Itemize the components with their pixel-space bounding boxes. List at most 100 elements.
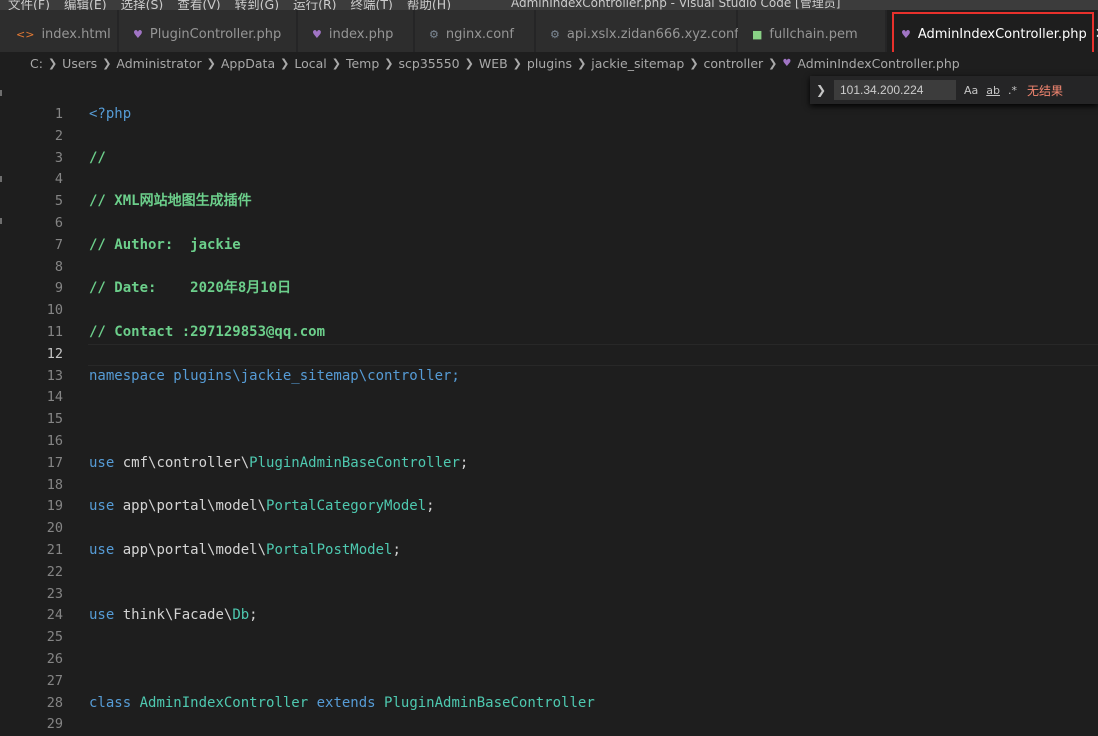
chevron-right-icon: ❯	[47, 56, 58, 70]
tab-label: fullchain.pem	[769, 26, 858, 42]
line-number: 9	[54, 280, 63, 297]
line-number: 13	[46, 367, 63, 384]
line-number: 15	[46, 411, 63, 428]
gear-icon: ⚙	[429, 27, 439, 41]
menu-items: 文件(F) 编辑(E) 选择(S) 查看(V) 转到(G) 运行(R) 终端(T) 帮助(H)	[0, 0, 457, 10]
find-widget: ❯ Aa ab .* 无结果	[810, 76, 1098, 104]
code-line: 14	[0, 387, 1098, 409]
breadcrumb-item[interactable]: AdminIndexController.php	[797, 56, 959, 71]
line-number: 7	[54, 236, 63, 253]
breadcrumb-item[interactable]: WEB	[479, 56, 508, 71]
code-text: use think\Facade\Db;	[89, 605, 258, 627]
code-text: <?php	[89, 104, 131, 126]
php-icon: ♥	[312, 27, 322, 41]
code-line: 9 // Date: 2020年8月10日	[0, 278, 1098, 300]
menu-item[interactable]: 运行(R)	[293, 0, 336, 10]
regex-toggle[interactable]: .*	[1008, 84, 1017, 97]
code-line: 17 use cmf\controller\PluginAdminBaseCont…	[0, 453, 1098, 475]
gutter-mark	[0, 90, 2, 96]
breadcrumb-item[interactable]: Administrator	[116, 56, 201, 71]
breadcrumb-item[interactable]: C:	[30, 56, 43, 71]
line-number: 11	[46, 323, 63, 340]
code-token: app\portal\model\	[114, 541, 267, 558]
tab-label: PluginController.php	[149, 26, 282, 42]
chevron-right-icon: ❯	[577, 56, 587, 70]
code-token: PortalPostModel	[266, 541, 393, 558]
tab-fullchain-pem[interactable]: ■ fullchain.pem	[738, 10, 886, 58]
tab-api-xslx-zidan666-xyz-conf[interactable]: ⚙ api.xslx.zidan666.xyz.conf	[536, 10, 739, 58]
match-case-toggle[interactable]: Aa	[964, 84, 978, 97]
line-number: 2	[54, 127, 63, 144]
find-input[interactable]	[834, 80, 956, 100]
code-token: use	[89, 607, 115, 624]
line-number: 18	[46, 476, 63, 493]
menu-item[interactable]: 查看(V)	[177, 0, 220, 10]
chevron-right-icon: ❯	[280, 56, 290, 70]
line-number: 14	[46, 389, 63, 406]
code-text: // Contact :297129853@qq.com	[89, 322, 325, 344]
code-line: 26	[0, 649, 1098, 671]
menu-bar: 文件(F) 编辑(E) 选择(S) 查看(V) 转到(G) 运行(R) 终端(T) 帮助(H)…	[0, 0, 1098, 10]
code-token: namespace plugins\jackie_sitemap\control…	[89, 367, 460, 384]
code-token: think\Facade\	[114, 607, 233, 624]
menu-item[interactable]: 编辑(E)	[64, 0, 107, 10]
find-no-results: 无结果	[1027, 83, 1064, 98]
whole-word-toggle[interactable]: ab	[986, 84, 1000, 97]
line-number: 4	[54, 171, 63, 188]
menu-item[interactable]: 终端(T)	[351, 0, 393, 10]
code-line: 10	[0, 300, 1098, 322]
breadcrumb-item[interactable]: Users	[62, 56, 97, 71]
code-token: use	[89, 454, 115, 471]
breadcrumb: C: ❯ Users ❯ Administrator ❯ AppData ❯ Local ❯ Tem…	[0, 52, 1098, 74]
line-number: 17	[46, 454, 63, 471]
php-icon: ♥	[901, 27, 911, 41]
code-text: // XML网站地图生成插件	[89, 191, 252, 213]
chevron-right-icon[interactable]: ❯	[810, 83, 832, 97]
line-number: 29	[46, 716, 63, 733]
menu-item[interactable]: 帮助(H)	[407, 0, 451, 10]
breadcrumb-item[interactable]: scp35550	[399, 56, 460, 71]
tab-adminindexcontroller-php[interactable]: ♥AdminIndexController.php✕	[887, 10, 1098, 58]
code-line: 21 use app\portal\model\PortalPostModel;	[0, 540, 1098, 562]
tab-index-php[interactable]: ♥ index.php	[298, 10, 414, 58]
code-text: use app\portal\model\PortalPostModel;	[89, 540, 401, 562]
gear-icon: ⚙	[550, 27, 560, 41]
menu-item[interactable]: 选择(S)	[121, 0, 164, 10]
code-line: 7 // Author: jackie	[0, 235, 1098, 257]
code-token: // XML网站地图生成插件	[89, 193, 252, 210]
breadcrumb-item[interactable]: AppData	[221, 56, 275, 71]
tab-plugincontroller-php[interactable]: ♥ PluginController.php	[119, 10, 297, 58]
code-editor[interactable]: 1 <?php 2 3//4 5// XML网站地图生成插件 6 7// Author: j…	[0, 104, 1098, 732]
code-line: 23	[0, 584, 1098, 606]
chevron-right-icon: ❯	[768, 56, 778, 70]
breadcrumb-item[interactable]: Local	[294, 56, 326, 71]
code-text: // Date: 2020年8月10日	[89, 278, 291, 300]
code-line: 15	[0, 409, 1098, 431]
breadcrumb-item[interactable]: Temp	[346, 56, 379, 71]
menu-item[interactable]: 转到(G)	[235, 0, 279, 10]
tab-index-html[interactable]: <> index.html	[0, 10, 118, 58]
tab-nginx-conf[interactable]: ⚙ nginx.conf	[415, 10, 535, 58]
code-line: 20	[0, 518, 1098, 540]
breadcrumb-item[interactable]: plugins	[527, 56, 572, 71]
code-line: 16	[0, 431, 1098, 453]
breadcrumb-item[interactable]: controller	[704, 56, 764, 71]
code-text: use cmf\controller\PluginAdminBaseContro…	[89, 453, 468, 475]
line-number: 27	[46, 672, 63, 689]
code-line: 11 // Contact :297129853@qq.com	[0, 322, 1098, 344]
code-token: use	[89, 498, 115, 515]
code-line: 24 use think\Facade\Db;	[0, 605, 1098, 627]
code-token: ;	[426, 498, 435, 515]
code-token: app\portal\model\	[114, 498, 267, 515]
code-token: // Author: jackie	[89, 236, 241, 253]
code-line: 25	[0, 627, 1098, 649]
code-line: 4	[0, 169, 1098, 191]
tab-label: api.xslx.zidan666.xyz.conf	[566, 26, 739, 42]
line-number: 21	[46, 541, 63, 558]
code-token: <?php	[89, 106, 132, 122]
breadcrumb-item[interactable]: jackie_sitemap	[591, 56, 684, 71]
code-token: PluginAdminBaseController	[375, 694, 595, 711]
chevron-right-icon: ❯	[331, 56, 341, 70]
menu-item[interactable]: 文件(F)	[8, 0, 50, 10]
code-token: extends	[316, 694, 376, 711]
